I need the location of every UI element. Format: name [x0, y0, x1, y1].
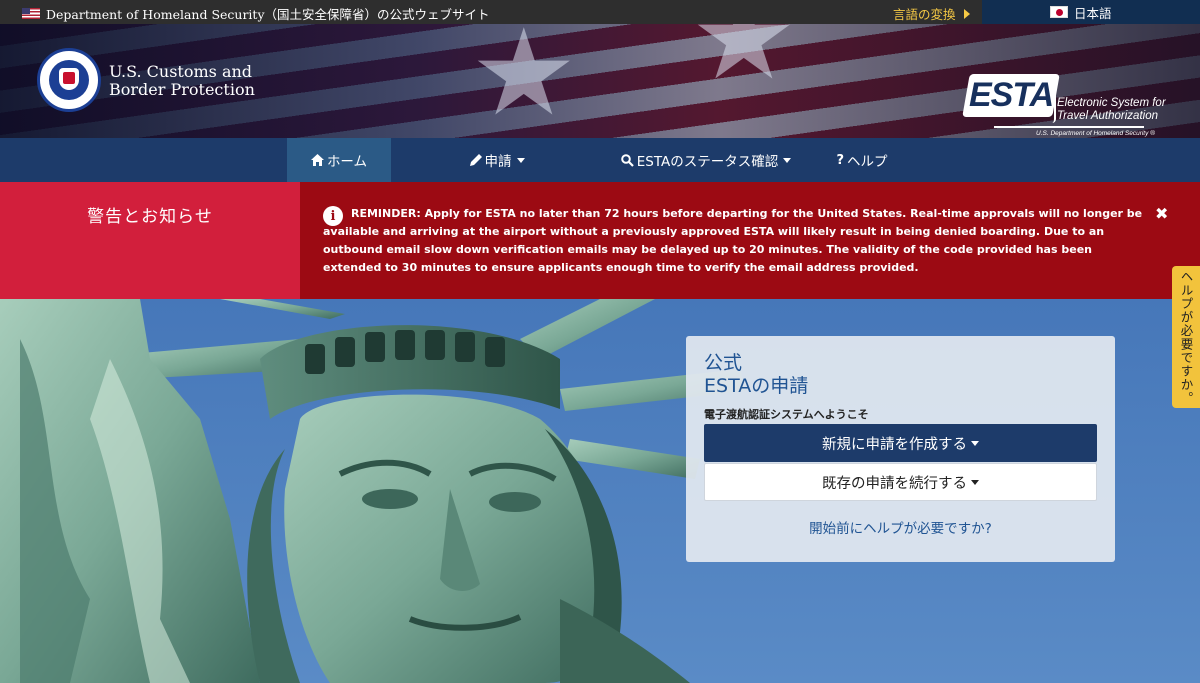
us-flag-icon	[22, 8, 40, 19]
star-decoration: ★	[690, 24, 798, 107]
nav-item-home[interactable]: ホーム	[287, 138, 391, 182]
caret-down-icon	[516, 157, 525, 163]
japan-flag-icon	[1050, 6, 1068, 18]
create-new-application-button[interactable]: 新規に申請を作成する	[704, 424, 1097, 462]
question-icon: ?	[836, 152, 845, 168]
swoosh-decoration	[1052, 79, 1056, 123]
nav-item-status-check[interactable]: ESTAのステータス確認	[617, 138, 795, 182]
esta-dhs-caption: U.S. Department of Homeland Security ®	[1036, 130, 1155, 137]
card-subtitle: 電子渡航認証システムへようこそ	[704, 408, 869, 421]
alerts-heading: 警告とお知らせ	[87, 207, 213, 227]
agency-name-line1: U.S. Customs and	[109, 62, 253, 81]
nav-item-home-label: ホーム	[326, 154, 368, 170]
create-new-application-label: 新規に申請を作成する	[822, 436, 967, 453]
esta-wordmark-text: ESTA	[968, 76, 1054, 114]
top-utility-bar: Department of Homeland Security（国土安全保障省）…	[0, 0, 1200, 24]
gov-banner: Department of Homeland Security（国土安全保障省）…	[22, 4, 490, 23]
pencil-icon	[469, 154, 482, 166]
nav-item-help[interactable]: ? ヘルプ	[830, 138, 894, 182]
language-switch-link[interactable]: 言語の変換	[893, 4, 970, 23]
star-decoration: ★	[470, 24, 578, 138]
current-language-label: 日本語	[1074, 5, 1112, 21]
help-side-tab-label: ヘルプが必要ですか。	[1178, 269, 1194, 405]
search-icon	[620, 153, 634, 167]
help-side-tab[interactable]: ヘルプが必要ですか。	[1172, 266, 1200, 408]
main-navigation: ホーム 申請 ESTAのステータス確認 ? ヘルプ	[0, 138, 1200, 182]
application-card: 公式 ESTAの申請 電子渡航認証システムへようこそ 新規に申請を作成する 既存…	[686, 336, 1115, 562]
caret-down-icon	[971, 479, 979, 485]
card-title-line2: ESTAの申請	[704, 375, 809, 397]
esta-logo[interactable]: ESTA Electronic System for Travel Author…	[962, 51, 1172, 137]
logo-underline	[994, 126, 1144, 128]
triangle-right-icon	[963, 8, 970, 19]
home-icon	[310, 154, 324, 166]
card-title: 公式 ESTAの申請	[704, 352, 808, 398]
nav-item-apply[interactable]: 申請	[464, 138, 530, 182]
gov-banner-text: Department of Homeland Security（国土安全保障省）…	[46, 7, 490, 22]
agency-name[interactable]: U.S. Customs and Border Protection	[109, 63, 279, 99]
nav-item-apply-label: 申請	[484, 154, 512, 170]
dhs-seal-logo[interactable]	[37, 48, 101, 112]
help-before-start-link[interactable]: 開始前にヘルプが必要ですか?	[686, 517, 1115, 537]
continue-existing-application-label: 既存の申請を続行する	[822, 475, 967, 492]
esta-full-name-line2: Travel Authorization	[1057, 110, 1158, 122]
alert-banner: i REMINDER: Apply for ESTA no later than…	[300, 182, 1200, 299]
language-switch-label: 言語の変換	[893, 7, 956, 22]
esta-wordmark: ESTA	[962, 74, 1060, 117]
esta-full-name-line1: Electronic System for	[1057, 97, 1166, 109]
caret-down-icon	[971, 440, 979, 446]
caret-down-icon	[783, 157, 792, 163]
language-selector[interactable]: 日本語	[982, 0, 1200, 24]
close-icon[interactable]: ✖	[1155, 204, 1168, 223]
alerts-heading-panel: 警告とお知らせ	[0, 182, 300, 299]
esta-full-name: Electronic System for Travel Authorizati…	[1057, 97, 1172, 123]
card-title-line1: 公式	[704, 352, 743, 374]
agency-name-line2: Border Protection	[109, 80, 255, 99]
continue-existing-application-button[interactable]: 既存の申請を続行する	[704, 463, 1097, 501]
alert-message: REMINDER: Apply for ESTA no later than 7…	[323, 207, 1143, 274]
nav-item-status-label: ESTAのステータス確認	[636, 154, 779, 170]
header-banner: ★ ★ U.S. Customs and Border Protection E…	[0, 24, 1200, 138]
nav-item-help-label: ヘルプ	[847, 154, 888, 170]
eagle-emblem-icon	[49, 60, 89, 100]
